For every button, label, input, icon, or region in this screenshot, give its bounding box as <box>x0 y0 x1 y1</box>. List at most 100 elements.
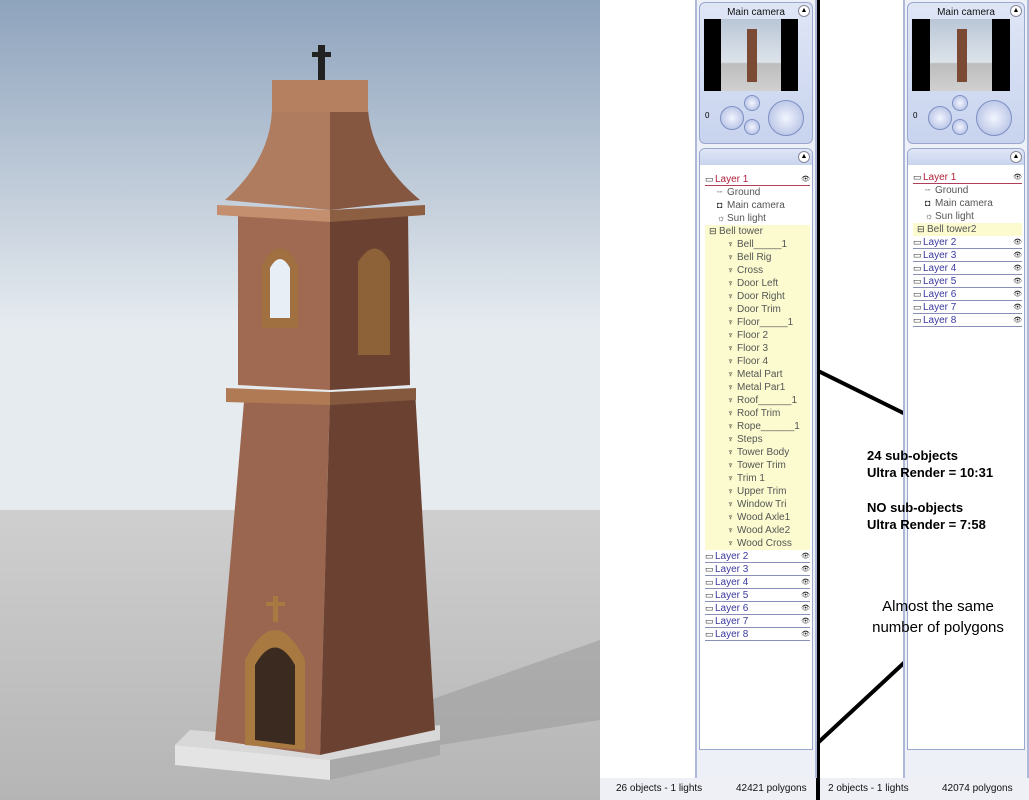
layer-row[interactable]: ▭Layer 2 👁 <box>913 236 1022 249</box>
layer-row[interactable]: ▭Layer 6 👁 <box>705 602 810 615</box>
object-icon: ♆ <box>727 421 734 431</box>
visibility-eye-icon[interactable]: 👁 <box>801 550 810 563</box>
layer-row[interactable]: ▭Layer 7 👁 <box>913 301 1022 314</box>
collapse-button[interactable]: ▲ <box>1010 5 1022 17</box>
tree-item[interactable]: ⊟ Bell tower <box>705 225 810 238</box>
visibility-eye-icon[interactable]: 👁 <box>801 576 810 589</box>
trackball-icon[interactable] <box>768 100 804 136</box>
tree-item[interactable]: ┈ Ground <box>913 184 1022 197</box>
object-icon: ♆ <box>727 356 734 366</box>
object-icon: ┈ <box>925 185 931 195</box>
row-label: Wood Cross <box>737 538 792 549</box>
layer-row[interactable]: ▭Layer 5 👁 <box>705 589 810 602</box>
sub-object-item[interactable]: ♆ Floor 4 <box>705 355 810 368</box>
layer-row[interactable]: ▭Layer 2 👁 <box>705 550 810 563</box>
elevate-icon[interactable] <box>952 119 968 135</box>
rotate-icon[interactable] <box>952 95 968 111</box>
sub-object-item[interactable]: ♆ Metal Part <box>705 368 810 381</box>
sub-object-item[interactable]: ♆ Cross <box>705 264 810 277</box>
sub-object-item[interactable]: ♆ Tower Trim <box>705 459 810 472</box>
sub-object-item[interactable]: ♆ Bell Rig <box>705 251 810 264</box>
visibility-eye-icon[interactable]: 👁 <box>1013 249 1022 262</box>
tree-item[interactable]: ◘ Main camera <box>705 199 810 212</box>
visibility-eye-icon[interactable]: 👁 <box>801 615 810 628</box>
layer-icon: ▭ <box>705 629 714 639</box>
move-pad-icon[interactable] <box>928 106 952 130</box>
tree-item[interactable]: ☼ Sun light <box>913 210 1022 223</box>
visibility-eye-icon[interactable]: 👁 <box>1013 288 1022 301</box>
object-icon: ♆ <box>727 395 734 405</box>
sub-object-item[interactable]: ♆ Upper Trim <box>705 485 810 498</box>
visibility-eye-icon[interactable]: 👁 <box>1013 275 1022 288</box>
visibility-eye-icon[interactable]: 👁 <box>1013 236 1022 249</box>
layer-icon: ▭ <box>705 551 714 561</box>
visibility-eye-icon[interactable]: 👁 <box>801 602 810 615</box>
tree-item[interactable]: ┈ Ground <box>705 186 810 199</box>
move-pad-icon[interactable] <box>720 106 744 130</box>
sub-object-item[interactable]: ♆ Wood Axle1 <box>705 511 810 524</box>
tree-item[interactable]: ⊟ Bell tower2 <box>913 223 1022 236</box>
sub-object-item[interactable]: ♆ Roof______1 <box>705 394 810 407</box>
row-label: Layer 6 <box>923 289 957 300</box>
sub-object-item[interactable]: ♆ Floor 2 <box>705 329 810 342</box>
layer-row[interactable]: ▭Layer 8 👁 <box>705 628 810 641</box>
row-label: Layer 1 <box>923 172 957 183</box>
sub-object-item[interactable]: ♆ Floor 3 <box>705 342 810 355</box>
sub-object-item[interactable]: ♆ Door Left <box>705 277 810 290</box>
layer-row[interactable]: ▭Layer 7 👁 <box>705 615 810 628</box>
visibility-eye-icon[interactable]: 👁 <box>801 173 810 186</box>
collapse-button[interactable]: ▲ <box>1010 151 1022 163</box>
collapse-button[interactable]: ▲ <box>798 5 810 17</box>
layer-row[interactable]: ▭Layer 4 👁 <box>913 262 1022 275</box>
object-icon: ☼ <box>925 211 934 221</box>
rotate-icon[interactable] <box>744 95 760 111</box>
layer-row[interactable]: ▭Layer 8 👁 <box>913 314 1022 327</box>
visibility-eye-icon[interactable]: 👁 <box>1013 314 1022 327</box>
layer-row[interactable]: ▭Layer 1 👁 <box>705 173 810 186</box>
row-label: Upper Trim <box>737 486 787 497</box>
layer-row[interactable]: ▭Layer 4 👁 <box>705 576 810 589</box>
sub-object-item[interactable]: ♆ Window Tri <box>705 498 810 511</box>
sub-object-item[interactable]: ♆ Door Trim <box>705 303 810 316</box>
sub-object-item[interactable]: ♆ Bell_____1 <box>705 238 810 251</box>
object-icon: ☼ <box>717 213 726 223</box>
layer-icon: ▭ <box>913 276 922 286</box>
object-icon: ♆ <box>727 525 734 535</box>
row-label: Metal Par1 <box>737 382 786 393</box>
sub-object-item[interactable]: ♆ Trim 1 <box>705 472 810 485</box>
sub-object-item[interactable]: ♆ Wood Axle2 <box>705 524 810 537</box>
status-polygons: 42421 polygons <box>736 783 807 794</box>
layer-icon: ▭ <box>913 250 922 260</box>
row-label: Floor_____1 <box>737 317 794 328</box>
layer-row[interactable]: ▭Layer 3 👁 <box>705 563 810 576</box>
layer-row[interactable]: ▭Layer 1 👁 <box>913 171 1022 184</box>
tree-item[interactable]: ☼ Sun light <box>705 212 810 225</box>
tree-item[interactable]: ◘ Main camera <box>913 197 1022 210</box>
visibility-eye-icon[interactable]: 👁 <box>801 563 810 576</box>
collapse-button[interactable]: ▲ <box>798 151 810 163</box>
layer-icon: ▭ <box>705 590 714 600</box>
sub-object-item[interactable]: ♆ Metal Par1 <box>705 381 810 394</box>
row-label: Bell tower2 <box>927 224 977 235</box>
layer-row[interactable]: ▭Layer 5 👁 <box>913 275 1022 288</box>
visibility-eye-icon[interactable]: 👁 <box>1013 301 1022 314</box>
sub-object-item[interactable]: ♆ Door Right <box>705 290 810 303</box>
sub-object-item[interactable]: ♆ Rope______1 <box>705 420 810 433</box>
visibility-eye-icon[interactable]: 👁 <box>1013 262 1022 275</box>
annotation-polygons-2: number of polygons <box>872 619 1004 636</box>
camera-title: Main camera <box>937 7 995 18</box>
sub-object-item[interactable]: ♆ Roof Trim <box>705 407 810 420</box>
visibility-eye-icon[interactable]: 👁 <box>801 589 810 602</box>
row-label: Steps <box>737 434 763 445</box>
layer-row[interactable]: ▭Layer 3 👁 <box>913 249 1022 262</box>
object-icon: ♆ <box>727 330 734 340</box>
sub-object-item[interactable]: ♆ Floor_____1 <box>705 316 810 329</box>
visibility-eye-icon[interactable]: 👁 <box>801 628 810 641</box>
sub-object-item[interactable]: ♆ Wood Cross <box>705 537 810 550</box>
trackball-icon[interactable] <box>976 100 1012 136</box>
elevate-icon[interactable] <box>744 119 760 135</box>
visibility-eye-icon[interactable]: 👁 <box>1013 171 1022 184</box>
sub-object-item[interactable]: ♆ Steps <box>705 433 810 446</box>
layer-row[interactable]: ▭Layer 6 👁 <box>913 288 1022 301</box>
sub-object-item[interactable]: ♆ Tower Body <box>705 446 810 459</box>
